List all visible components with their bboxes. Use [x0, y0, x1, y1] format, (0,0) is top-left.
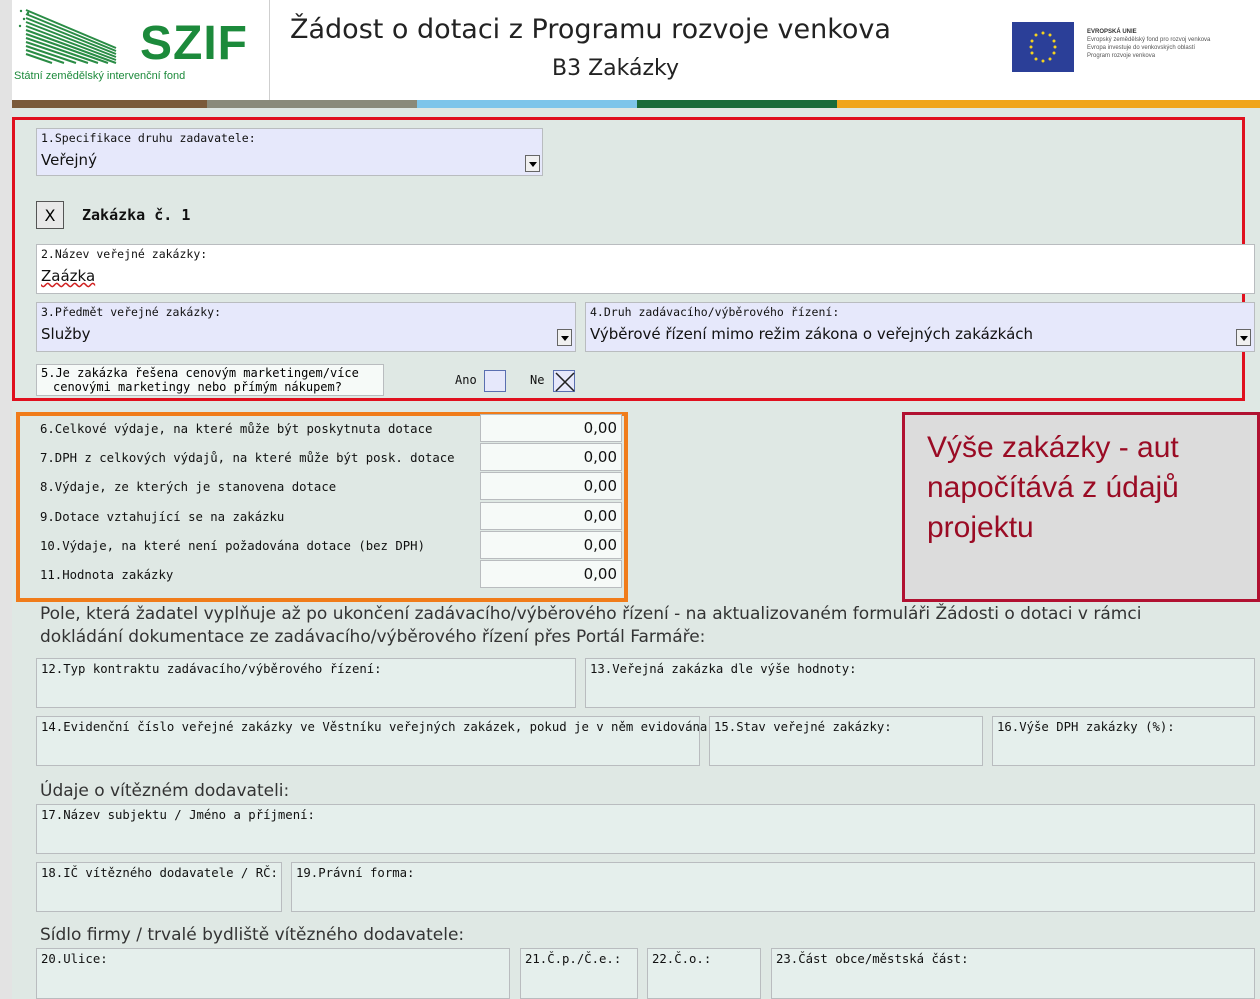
f18-label: 18.IČ vítězného dodavatele / RČ:	[41, 866, 278, 880]
f21-label: 21.Č.p./Č.e.:	[525, 952, 622, 966]
zakazka-title: Zakázka č. 1	[82, 206, 191, 224]
f19-pravni-forma-field[interactable]: 19.Právní forma:	[291, 862, 1255, 912]
callout-note: Výše zakázky - aut napočítává z údajů pr…	[902, 412, 1260, 602]
checkmark-x-icon	[555, 372, 575, 392]
f12-typ-kontraktu-field[interactable]: 12.Typ kontraktu zadávacího/výběrového ř…	[36, 658, 576, 708]
f20-ulice-field[interactable]: 20.Ulice:	[36, 948, 510, 999]
color-bar-brown	[12, 100, 207, 108]
q1-label: 1.Specifikace druhu zadavatele:	[41, 131, 256, 145]
q3-predmet-select[interactable]: 3.Předmět veřejné zakázky: Služby	[36, 302, 576, 352]
post-intro-line-1: Pole, která žadatel vyplňuje až po ukonč…	[40, 604, 1142, 624]
f15-stav-field[interactable]: 15.Stav veřejné zakázky:	[709, 716, 983, 766]
f18-ic-field[interactable]: 18.IČ vítězného dodavatele / RČ:	[36, 862, 282, 912]
eu-line-3: Program rozvoje venkova	[1087, 53, 1156, 59]
cost-row: 9.Dotace vztahující se na zakázku 0,00	[36, 502, 624, 531]
q3-label: 3.Předmět veřejné zakázky:	[41, 305, 222, 319]
f20-label: 20.Ulice:	[41, 952, 108, 966]
q2-nazev-input[interactable]: 2.Název veřejné zakázky: Zaázka	[36, 244, 1255, 294]
szif-logo: SZIF Státní zemědělský intervenční fond	[12, 0, 270, 100]
callout-line-3: projektu	[927, 511, 1034, 544]
q4-druh-rizeni-select[interactable]: 4.Druh zadávacího/výběrového řízení: Výb…	[585, 302, 1255, 352]
callout-line-1: Výše zakázky - aut	[927, 431, 1179, 464]
f22-label: 22.Č.o.:	[652, 952, 712, 966]
eu-heading: EVROPSKÁ UNIE	[1087, 29, 1137, 35]
winner-heading: Údaje o vítězném dodavateli:	[40, 781, 290, 801]
logo-text: SZIF	[140, 17, 248, 70]
cost-value: 0,00	[480, 443, 622, 471]
f23-label: 23.Část obce/městská část:	[776, 952, 969, 966]
f16-label: 16.Výše DPH zakázky (%):	[997, 720, 1175, 734]
cost-row: 10.Výdaje, na které není požadována dota…	[36, 531, 624, 560]
color-bar-gray	[207, 100, 417, 108]
q5-line-1: 5.Je zakázka řešena cenovým marketingem/…	[41, 366, 359, 380]
f13-verejna-zakazka-field[interactable]: 13.Veřejná zakázka dle výše hodnoty:	[585, 658, 1255, 708]
cost-value: 0,00	[480, 502, 622, 530]
f21-cp-field[interactable]: 21.Č.p./Č.e.:	[520, 948, 638, 999]
eu-flag-icon	[1012, 22, 1074, 72]
cost-label: 11.Hodnota zakázky	[40, 568, 174, 582]
logo-subtitle: Státní zemědělský intervenční fond	[14, 70, 186, 82]
cost-label: 10.Výdaje, na které není požadována dota…	[40, 539, 425, 553]
cost-row: 11.Hodnota zakázky 0,00	[36, 560, 624, 589]
ano-checkbox[interactable]	[484, 370, 506, 392]
q5-line-2: cenovými marketingy nebo přímým nákupem?	[53, 380, 342, 394]
eu-line-2: Evropa investuje do venkovských oblastí	[1087, 45, 1196, 51]
cost-row: 8.Výdaje, ze kterých je stanovena dotace…	[36, 472, 624, 501]
f22-co-field[interactable]: 22.Č.o.:	[647, 948, 761, 999]
page-subtitle: B3 Zakázky	[552, 56, 679, 81]
q3-value: Služby	[41, 325, 91, 343]
cost-value: 0,00	[480, 472, 622, 500]
color-bar-orange	[837, 100, 1260, 108]
cost-row: 6.Celkové výdaje, na které může být posk…	[36, 414, 624, 443]
cost-value: 0,00	[480, 414, 622, 442]
f16-vyse-dph-field[interactable]: 16.Výše DPH zakázky (%):	[992, 716, 1255, 766]
f12-label: 12.Typ kontraktu zadávacího/výběrového ř…	[41, 662, 382, 676]
q5-question: 5.Je zakázka řešena cenovým marketingem/…	[36, 364, 384, 396]
remove-zakazka-button[interactable]: X	[36, 201, 64, 229]
f14-label: 14.Evidenční číslo veřejné zakázky ve Vě…	[41, 720, 715, 734]
f17-nazev-subjektu-field[interactable]: 17.Název subjektu / Jméno a příjmení:	[36, 804, 1255, 854]
cost-label: 7.DPH z celkových výdajů, na které může …	[40, 451, 455, 465]
page-title: Žádost o dotaci z Programu rozvoje venko…	[290, 14, 891, 45]
f14-evidencni-cislo-field[interactable]: 14.Evidenční číslo veřejné zakázky ve Vě…	[36, 716, 715, 766]
cost-label: 6.Celkové výdaje, na které může být posk…	[40, 422, 433, 436]
cost-label: 8.Výdaje, ze kterých je stanovena dotace	[40, 480, 337, 494]
ano-label: Ano	[455, 373, 477, 387]
callout-line-2: napočítává z údajů	[927, 471, 1179, 504]
q1-specifikace-select[interactable]: 1.Specifikace druhu zadavatele: Veřejný	[36, 128, 543, 176]
chevron-down-icon[interactable]	[525, 155, 540, 172]
f19-label: 19.Právní forma:	[296, 866, 415, 880]
eu-text: EVROPSKÁ UNIE Evropský zemědělský fond p…	[1087, 28, 1260, 60]
color-bar-light-blue	[417, 100, 637, 108]
cost-row: 7.DPH z celkových výdajů, na které může …	[36, 443, 624, 472]
header: SZIF Státní zemědělský intervenční fond …	[12, 0, 1260, 100]
chevron-down-icon[interactable]	[557, 329, 572, 346]
ne-label: Ne	[530, 373, 545, 387]
cost-value: 0,00	[480, 531, 622, 559]
f15-label: 15.Stav veřejné zakázky:	[714, 720, 892, 734]
color-bar	[12, 100, 1260, 108]
f23-cast-obce-field[interactable]: 23.Část obce/městská část:	[771, 948, 1255, 999]
chevron-down-icon[interactable]	[1236, 329, 1251, 346]
address-heading: Sídlo firmy / trvalé bydliště vítězného …	[40, 925, 465, 945]
color-bar-green	[637, 100, 837, 108]
field-stripes-icon	[18, 9, 117, 64]
f17-label: 17.Název subjektu / Jméno a příjmení:	[41, 808, 315, 822]
q2-label: 2.Název veřejné zakázky:	[41, 247, 208, 261]
post-intro-line-2: dokládání dokumentace ze zadávacího/výbě…	[40, 627, 706, 647]
ne-checkbox[interactable]	[553, 370, 575, 392]
eu-line-1: Evropský zemědělský fond pro rozvoj venk…	[1087, 37, 1211, 43]
q4-value: Výběrové řízení mimo režim zákona o veře…	[590, 325, 1034, 343]
cost-value: 0,00	[480, 560, 622, 588]
q4-label: 4.Druh zadávacího/výběrového řízení:	[590, 305, 840, 319]
cost-label: 9.Dotace vztahující se na zakázku	[40, 510, 285, 524]
f13-label: 13.Veřejná zakázka dle výše hodnoty:	[590, 662, 857, 676]
q2-value: Zaázka	[41, 267, 96, 285]
q1-value: Veřejný	[41, 151, 97, 169]
